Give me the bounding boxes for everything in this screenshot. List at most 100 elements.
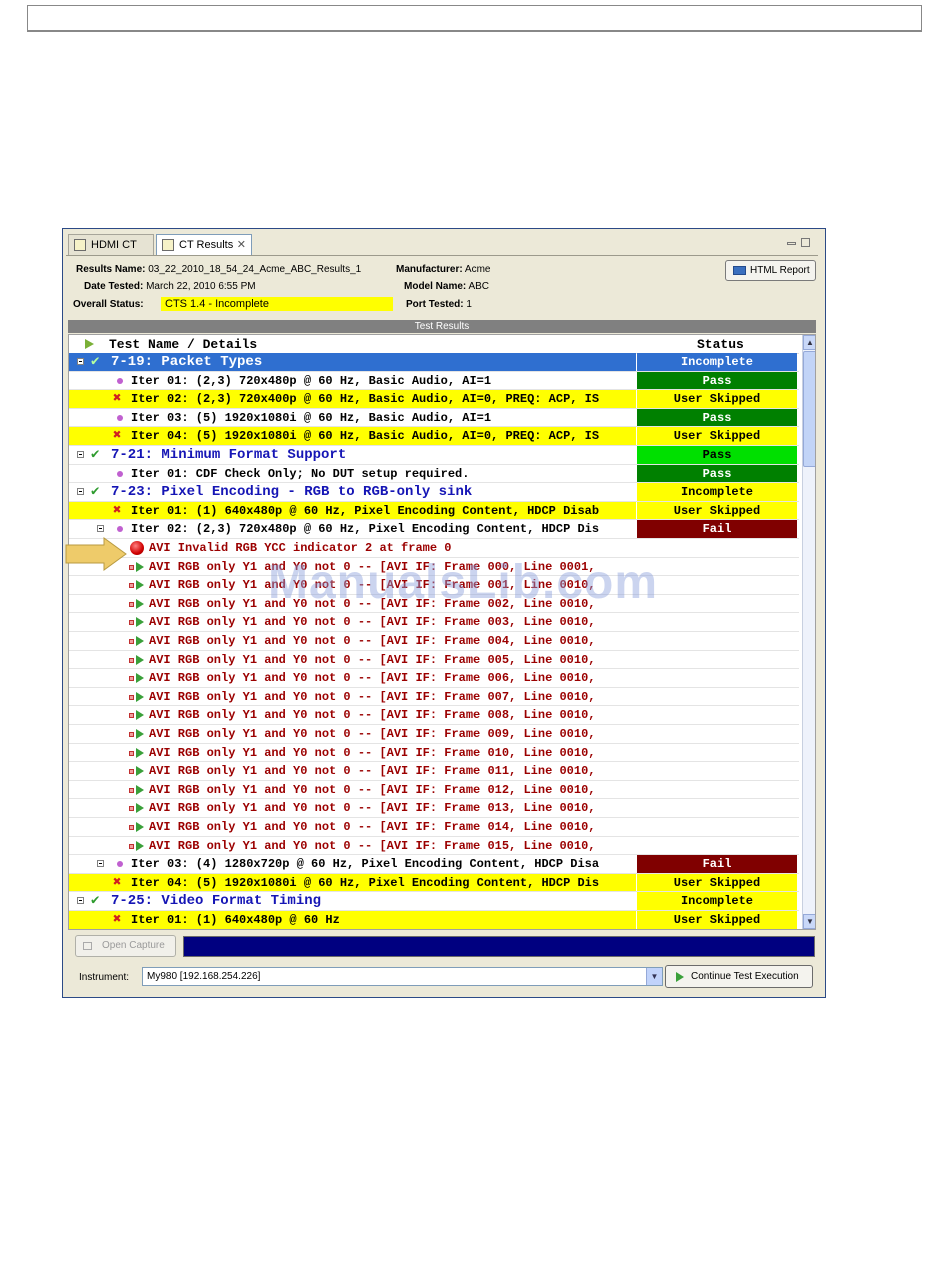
row-status-cell xyxy=(637,558,797,576)
test-iteration-row[interactable]: ✖ Iter 04: (5) 1920x1080i @ 60 Hz, Basic … xyxy=(69,427,799,446)
row-status-cell: User Skipped xyxy=(637,427,797,445)
test-group-row[interactable]: ✔ 7-19: Packet Types Incomplete xyxy=(69,353,799,372)
goto-frame-icon[interactable] xyxy=(136,710,144,721)
error-detail-row[interactable]: AVI RGB only Y1 and Y0 not 0 -- [AVI IF:… xyxy=(69,669,799,688)
row-status-cell xyxy=(637,799,797,817)
collapse-icon[interactable] xyxy=(77,451,84,458)
error-detail-row[interactable]: AVI RGB only Y1 and Y0 not 0 -- [AVI IF:… xyxy=(69,762,799,781)
vertical-scrollbar[interactable]: ▲ ▼ xyxy=(802,335,815,929)
test-iteration-row[interactable]: ✖ Iter 01: (1) 640x480p @ 60 Hz User Skipp… xyxy=(69,911,799,929)
row-text: 7-21: Minimum Format Support xyxy=(111,447,347,463)
collapse-icon[interactable] xyxy=(97,525,104,533)
row-text: AVI RGB only Y1 and Y0 not 0 -- [AVI IF:… xyxy=(149,689,596,704)
test-group-row[interactable]: ✔ 7-21: Minimum Format Support Pass xyxy=(69,446,799,465)
scroll-up-icon[interactable]: ▲ xyxy=(803,335,815,350)
tab-ct-results[interactable]: CT Results ✕ xyxy=(156,234,252,255)
goto-frame-icon[interactable] xyxy=(136,617,144,628)
error-detail-row[interactable]: AVI RGB only Y1 and Y0 not 0 -- [AVI IF:… xyxy=(69,799,799,818)
test-iteration-row[interactable]: ✖ Iter 04: (5) 1920x1080i @ 60 Hz, Pixel … xyxy=(69,873,799,893)
ct-results-window: HDMI CT 1.4 CT Results ✕ Results Name: 0… xyxy=(62,228,826,998)
error-detail-row[interactable]: AVI RGB only Y1 and Y0 not 0 -- [AVI IF:… xyxy=(69,706,799,725)
error-detail-row[interactable]: AVI RGB only Y1 and Y0 not 0 -- [AVI IF:… xyxy=(69,725,799,744)
goto-frame-icon[interactable] xyxy=(136,691,144,702)
goto-frame-icon[interactable] xyxy=(136,729,144,739)
results-name-value: 03_22_2010_18_54_24_Acme_ABC_Results_1 xyxy=(148,264,362,275)
open-capture-button[interactable]: Open Capture xyxy=(75,935,176,957)
error-detail-row[interactable]: AVI RGB only Y1 and Y0 not 0 -- [AVI IF:… xyxy=(69,688,799,707)
test-iteration-row[interactable]: Iter 01: CDF Check Only; No DUT setup re… xyxy=(69,464,799,484)
row-text: Iter 02: (2,3) 720x400p @ 60 Hz, Basic A… xyxy=(131,392,600,407)
row-name-cell: ✖ Iter 04: (5) 1920x1080i @ 60 Hz, Basic … xyxy=(69,427,636,445)
goto-frame-icon[interactable] xyxy=(136,561,144,572)
close-tab-icon[interactable]: ✕ xyxy=(237,235,246,256)
goto-frame-icon[interactable] xyxy=(136,766,144,777)
continue-test-execution-button[interactable]: Continue Test Execution xyxy=(665,965,813,988)
test-iteration-row[interactable]: Iter 03: (4) 1280x720p @ 60 Hz, Pixel En… xyxy=(69,855,799,874)
error-marker-icon xyxy=(129,843,134,849)
error-detail-row[interactable]: AVI RGB only Y1 and Y0 not 0 -- [AVI IF:… xyxy=(69,651,799,670)
error-detail-row[interactable]: AVI RGB only Y1 and Y0 not 0 -- [AVI IF:… xyxy=(69,818,799,837)
goto-frame-icon[interactable] xyxy=(136,673,144,684)
tab-hdmi-ct[interactable]: HDMI CT 1.4 xyxy=(68,234,154,272)
report-icon xyxy=(733,266,746,275)
test-iteration-row[interactable]: ✖ Iter 02: (2,3) 720x400p @ 60 Hz, Basic … xyxy=(69,390,799,409)
minimize-icon[interactable] xyxy=(787,242,796,245)
maximize-icon[interactable] xyxy=(801,238,810,247)
run-icon[interactable] xyxy=(85,339,94,349)
row-status-cell: Pass xyxy=(637,446,797,464)
goto-frame-icon[interactable] xyxy=(136,784,144,795)
chevron-down-icon[interactable]: ▼ xyxy=(646,968,662,985)
row-name-cell: AVI RGB only Y1 and Y0 not 0 -- [AVI IF:… xyxy=(69,818,636,836)
instrument-select[interactable]: My980 [192.168.254.226] ▼ xyxy=(142,967,663,986)
row-text: Iter 03: (5) 1920x1080i @ 60 Hz, Basic A… xyxy=(131,410,492,425)
row-text: AVI RGB only Y1 and Y0 not 0 -- [AVI IF:… xyxy=(149,634,596,648)
test-iteration-row[interactable]: Iter 03: (5) 1920x1080i @ 60 Hz, Basic A… xyxy=(69,408,799,428)
row-text: Iter 01: (1) 640x480p @ 60 Hz xyxy=(131,913,340,927)
test-iteration-row[interactable]: Iter 02: (2,3) 720x480p @ 60 Hz, Pixel E… xyxy=(69,520,799,539)
skipped-x-icon: ✖ xyxy=(113,874,122,891)
row-text: AVI RGB only Y1 and Y0 not 0 -- [AVI IF:… xyxy=(149,801,596,816)
collapse-icon[interactable] xyxy=(77,897,84,905)
goto-frame-icon[interactable] xyxy=(136,598,144,609)
row-text: AVI RGB only Y1 and Y0 not 0 -- [AVI IF:… xyxy=(149,708,596,723)
scroll-down-icon[interactable]: ▼ xyxy=(803,914,815,929)
row-name-cell: AVI Invalid RGB YCC indicator 2 at frame… xyxy=(69,539,636,557)
expand-icon[interactable] xyxy=(97,860,104,868)
goto-frame-icon[interactable] xyxy=(136,580,144,591)
row-name-cell: AVI RGB only Y1 and Y0 not 0 -- [AVI IF:… xyxy=(69,781,636,799)
row-text: Iter 04: (5) 1920x1080i @ 60 Hz, Basic A… xyxy=(131,429,600,444)
test-iteration-row[interactable]: Iter 01: (2,3) 720x480p @ 60 Hz, Basic A… xyxy=(69,371,799,391)
goto-frame-icon[interactable] xyxy=(136,747,144,758)
error-detail-row[interactable]: AVI RGB only Y1 and Y0 not 0 -- [AVI IF:… xyxy=(69,837,799,856)
row-name-cell: ✔ 7-25: Video Format Timing xyxy=(69,892,636,910)
results-tree-table: Test Name / Details Status ✔ 7-19: Packet… xyxy=(68,334,816,930)
error-detail-row[interactable]: AVI RGB only Y1 and Y0 not 0 -- [AVI IF:… xyxy=(69,613,799,632)
html-report-button[interactable]: HTML Report xyxy=(725,260,816,281)
error-detail-row[interactable]: AVI RGB only Y1 and Y0 not 0 -- [AVI IF:… xyxy=(69,632,799,651)
goto-frame-icon[interactable] xyxy=(136,803,144,814)
test-group-row[interactable]: ✔ 7-25: Video Format Timing Incomplete xyxy=(69,892,799,911)
goto-frame-icon[interactable] xyxy=(136,636,144,646)
row-name-cell: Iter 01: CDF Check Only; No DUT setup re… xyxy=(69,465,636,483)
skipped-x-icon: ✖ xyxy=(113,502,122,519)
goto-frame-icon[interactable] xyxy=(136,840,144,851)
row-name-cell: AVI RGB only Y1 and Y0 not 0 -- [AVI IF:… xyxy=(69,725,636,743)
collapse-icon[interactable] xyxy=(77,358,84,365)
scroll-thumb[interactable] xyxy=(803,351,815,467)
checkmark-icon: ✔ xyxy=(91,354,100,370)
row-status-cell: User Skipped xyxy=(637,390,797,408)
goto-frame-icon[interactable] xyxy=(136,654,144,665)
column-status[interactable]: Status xyxy=(697,337,744,352)
goto-frame-icon[interactable] xyxy=(136,822,144,832)
row-text: 7-19: Packet Types xyxy=(111,354,263,370)
column-test-name[interactable]: Test Name / Details xyxy=(109,337,257,352)
test-group-row[interactable]: ✔ 7-23: Pixel Encoding - RGB to RGB-only … xyxy=(69,483,799,502)
play-icon xyxy=(676,972,684,982)
test-iteration-row[interactable]: ✖ Iter 01: (1) 640x480p @ 60 Hz, Pixel En… xyxy=(69,501,799,521)
watermark: ManualsLib.com xyxy=(268,556,659,609)
test-results-header: Test Results xyxy=(68,320,816,333)
error-detail-row[interactable]: AVI RGB only Y1 and Y0 not 0 -- [AVI IF:… xyxy=(69,744,799,763)
collapse-icon[interactable] xyxy=(77,488,84,496)
error-detail-row[interactable]: AVI RGB only Y1 and Y0 not 0 -- [AVI IF:… xyxy=(69,781,799,800)
row-text: AVI RGB only Y1 and Y0 not 0 -- [AVI IF:… xyxy=(149,764,596,779)
